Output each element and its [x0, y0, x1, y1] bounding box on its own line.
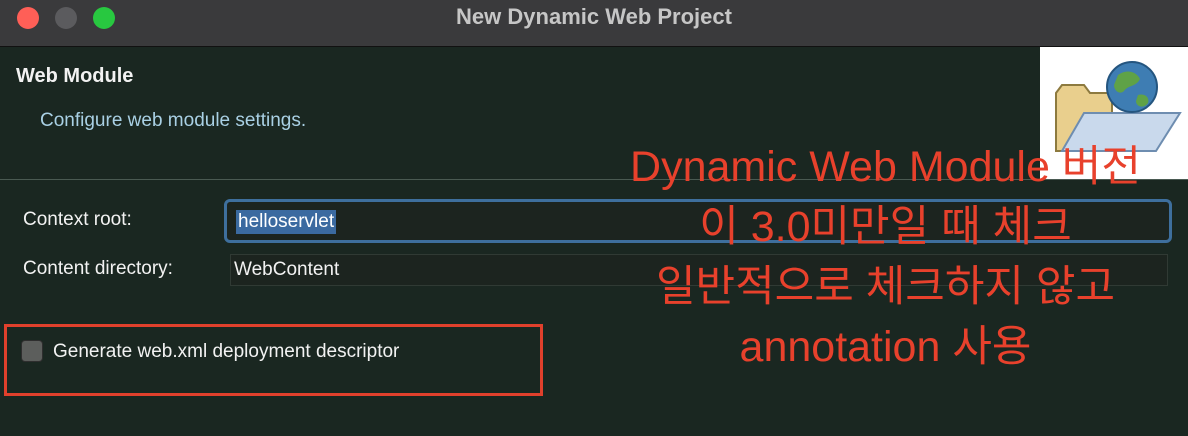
annotation-text: Dynamic Web Module 버전 이 3.0미만일 때 체크 일반적으…	[593, 137, 1178, 377]
content-directory-label: Content directory:	[23, 258, 173, 279]
generate-descriptor-checkbox[interactable]	[21, 340, 43, 362]
page-title: Web Module	[16, 65, 134, 87]
window-title: New Dynamic Web Project	[456, 4, 732, 29]
title-bar: New Dynamic Web Project	[0, 0, 1188, 47]
context-root-value: helloservlet	[236, 210, 337, 234]
content-directory-value: WebContent	[234, 259, 340, 280]
annotation-line: 일반적으로 체크하지 않고	[655, 263, 1116, 311]
annotation-line: 이 3.0미만일 때 체크	[699, 203, 1072, 251]
generate-descriptor-label[interactable]: Generate web.xml deployment descriptor	[53, 341, 399, 363]
context-root-label: Context root:	[23, 209, 132, 230]
page-description: Configure web module settings.	[40, 110, 307, 131]
annotation-line: annotation 사용	[739, 323, 1032, 371]
annotation-line: Dynamic Web Module 버전	[630, 143, 1141, 191]
